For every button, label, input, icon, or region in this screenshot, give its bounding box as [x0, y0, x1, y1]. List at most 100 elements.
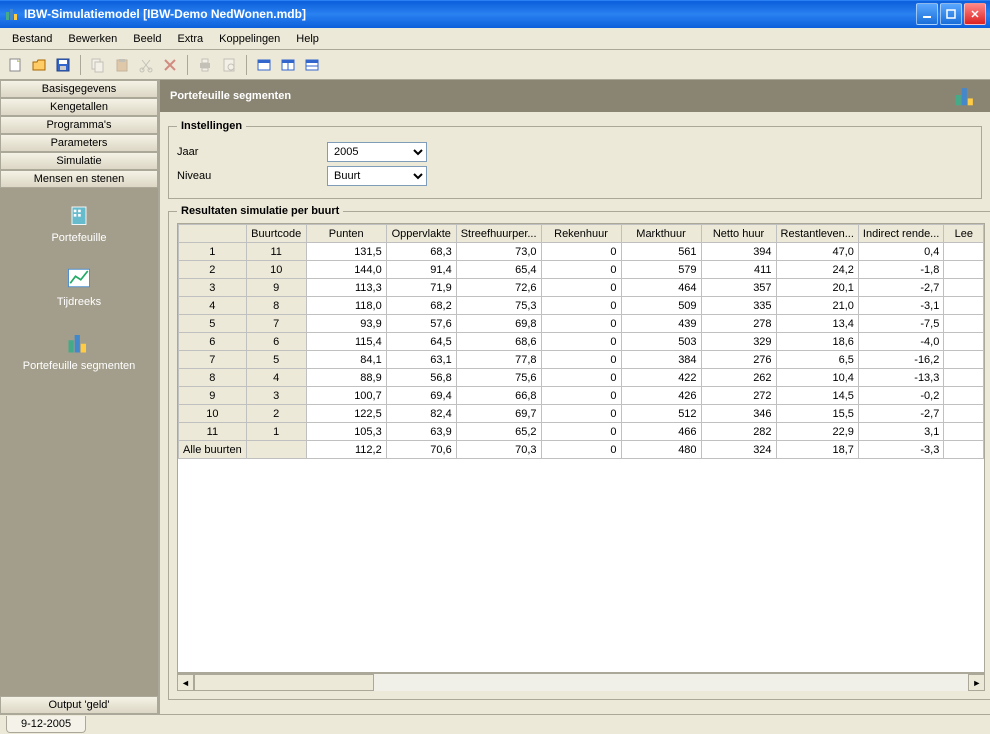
table-cell[interactable]: 84,1 — [306, 351, 386, 369]
table-cell[interactable]: 11 — [179, 423, 247, 441]
table-cell[interactable]: 70,3 — [456, 441, 541, 459]
table-cell[interactable]: Alle buurten — [179, 441, 247, 459]
column-header[interactable]: Streefhuurper... — [456, 225, 541, 243]
table-cell[interactable]: 57,6 — [386, 315, 456, 333]
nav-simulatie[interactable]: Simulatie — [0, 152, 158, 170]
table-cell[interactable] — [246, 441, 306, 459]
table-row[interactable]: Alle buurten112,270,670,3048032418,7-3,3 — [179, 441, 984, 459]
cut-icon[interactable] — [135, 54, 157, 76]
table-cell[interactable]: 70,6 — [386, 441, 456, 459]
table-cell[interactable]: 91,4 — [386, 261, 456, 279]
column-header[interactable]: Netto huur — [701, 225, 776, 243]
nav-parameters[interactable]: Parameters — [0, 134, 158, 152]
table-cell[interactable]: 1 — [179, 243, 247, 261]
delete-icon[interactable] — [159, 54, 181, 76]
table-cell[interactable]: 68,3 — [386, 243, 456, 261]
table-cell[interactable] — [944, 243, 984, 261]
table-cell[interactable]: 13,4 — [776, 315, 858, 333]
table-cell[interactable]: 0 — [541, 333, 621, 351]
table-cell[interactable]: 22,9 — [776, 423, 858, 441]
table-cell[interactable] — [944, 315, 984, 333]
table-cell[interactable]: 384 — [621, 351, 701, 369]
table-row[interactable]: 111105,363,965,2046628222,93,1 — [179, 423, 984, 441]
table-cell[interactable]: 411 — [701, 261, 776, 279]
table-cell[interactable]: 0 — [541, 315, 621, 333]
preview-icon[interactable] — [218, 54, 240, 76]
table-cell[interactable]: 324 — [701, 441, 776, 459]
table-cell[interactable]: 0,4 — [858, 243, 943, 261]
table-cell[interactable]: 75,3 — [456, 297, 541, 315]
table-cell[interactable]: 272 — [701, 387, 776, 405]
scroll-thumb[interactable] — [194, 674, 374, 691]
table-row[interactable]: 102122,582,469,7051234615,5-2,7 — [179, 405, 984, 423]
table-cell[interactable]: -13,3 — [858, 369, 943, 387]
table-cell[interactable]: 6 — [246, 333, 306, 351]
table-cell[interactable]: 69,4 — [386, 387, 456, 405]
table-cell[interactable]: 9 — [246, 279, 306, 297]
menu-bestand[interactable]: Bestand — [4, 31, 60, 47]
table-cell[interactable]: 10 — [246, 261, 306, 279]
table-cell[interactable]: 276 — [701, 351, 776, 369]
table-cell[interactable]: 0 — [541, 261, 621, 279]
table-cell[interactable]: 503 — [621, 333, 701, 351]
table-row[interactable]: 93100,769,466,8042627214,5-0,2 — [179, 387, 984, 405]
table-cell[interactable]: 7 — [179, 351, 247, 369]
niveau-select[interactable]: Buurt — [327, 166, 427, 186]
table-cell[interactable]: 1 — [246, 423, 306, 441]
table-cell[interactable]: 68,6 — [456, 333, 541, 351]
table-cell[interactable]: -4,0 — [858, 333, 943, 351]
table-cell[interactable]: 65,2 — [456, 423, 541, 441]
table-cell[interactable]: 21,0 — [776, 297, 858, 315]
table-cell[interactable]: 0 — [541, 405, 621, 423]
table-cell[interactable]: 8 — [179, 369, 247, 387]
table-cell[interactable]: 346 — [701, 405, 776, 423]
table-cell[interactable]: -1,8 — [858, 261, 943, 279]
jaar-select[interactable]: 2005 — [327, 142, 427, 162]
window2-icon[interactable] — [277, 54, 299, 76]
table-cell[interactable]: 2 — [246, 405, 306, 423]
column-header[interactable]: Punten — [306, 225, 386, 243]
table-cell[interactable]: -0,2 — [858, 387, 943, 405]
table-cell[interactable]: 466 — [621, 423, 701, 441]
table-cell[interactable]: 7 — [246, 315, 306, 333]
table-cell[interactable]: 10 — [179, 405, 247, 423]
table-cell[interactable]: 14,5 — [776, 387, 858, 405]
table-cell[interactable] — [944, 333, 984, 351]
column-header[interactable]: Rekenhuur — [541, 225, 621, 243]
table-cell[interactable]: 11 — [246, 243, 306, 261]
table-cell[interactable]: 66,8 — [456, 387, 541, 405]
table-cell[interactable]: 63,1 — [386, 351, 456, 369]
table-cell[interactable]: 282 — [701, 423, 776, 441]
table-cell[interactable]: 122,5 — [306, 405, 386, 423]
table-cell[interactable]: 0 — [541, 423, 621, 441]
nav-icon-segments[interactable]: Portefeuille segmenten — [19, 324, 140, 376]
table-row[interactable]: 5793,957,669,8043927813,4-7,5 — [179, 315, 984, 333]
table-cell[interactable]: 426 — [621, 387, 701, 405]
table-cell[interactable]: 63,9 — [386, 423, 456, 441]
table-cell[interactable]: 0 — [541, 441, 621, 459]
table-cell[interactable]: 0 — [541, 387, 621, 405]
table-row[interactable]: 111131,568,373,0056139447,00,4 — [179, 243, 984, 261]
menu-extra[interactable]: Extra — [169, 31, 211, 47]
table-cell[interactable]: 9 — [179, 387, 247, 405]
table-cell[interactable] — [944, 423, 984, 441]
horizontal-scrollbar[interactable]: ◄ ► — [177, 673, 985, 691]
open-icon[interactable] — [28, 54, 50, 76]
table-cell[interactable]: 65,4 — [456, 261, 541, 279]
table-cell[interactable]: 144,0 — [306, 261, 386, 279]
table-cell[interactable]: 4 — [179, 297, 247, 315]
table-row[interactable]: 210144,091,465,4057941124,2-1,8 — [179, 261, 984, 279]
column-header[interactable] — [179, 225, 247, 243]
table-cell[interactable]: 5 — [179, 315, 247, 333]
table-cell[interactable]: 69,7 — [456, 405, 541, 423]
table-cell[interactable]: 0 — [541, 369, 621, 387]
table-cell[interactable]: 93,9 — [306, 315, 386, 333]
table-cell[interactable]: 72,6 — [456, 279, 541, 297]
table-cell[interactable]: -16,2 — [858, 351, 943, 369]
table-cell[interactable]: 357 — [701, 279, 776, 297]
paste-icon[interactable] — [111, 54, 133, 76]
table-row[interactable]: 7584,163,177,803842766,5-16,2 — [179, 351, 984, 369]
table-cell[interactable] — [944, 351, 984, 369]
table-cell[interactable]: 3,1 — [858, 423, 943, 441]
table-cell[interactable]: 329 — [701, 333, 776, 351]
